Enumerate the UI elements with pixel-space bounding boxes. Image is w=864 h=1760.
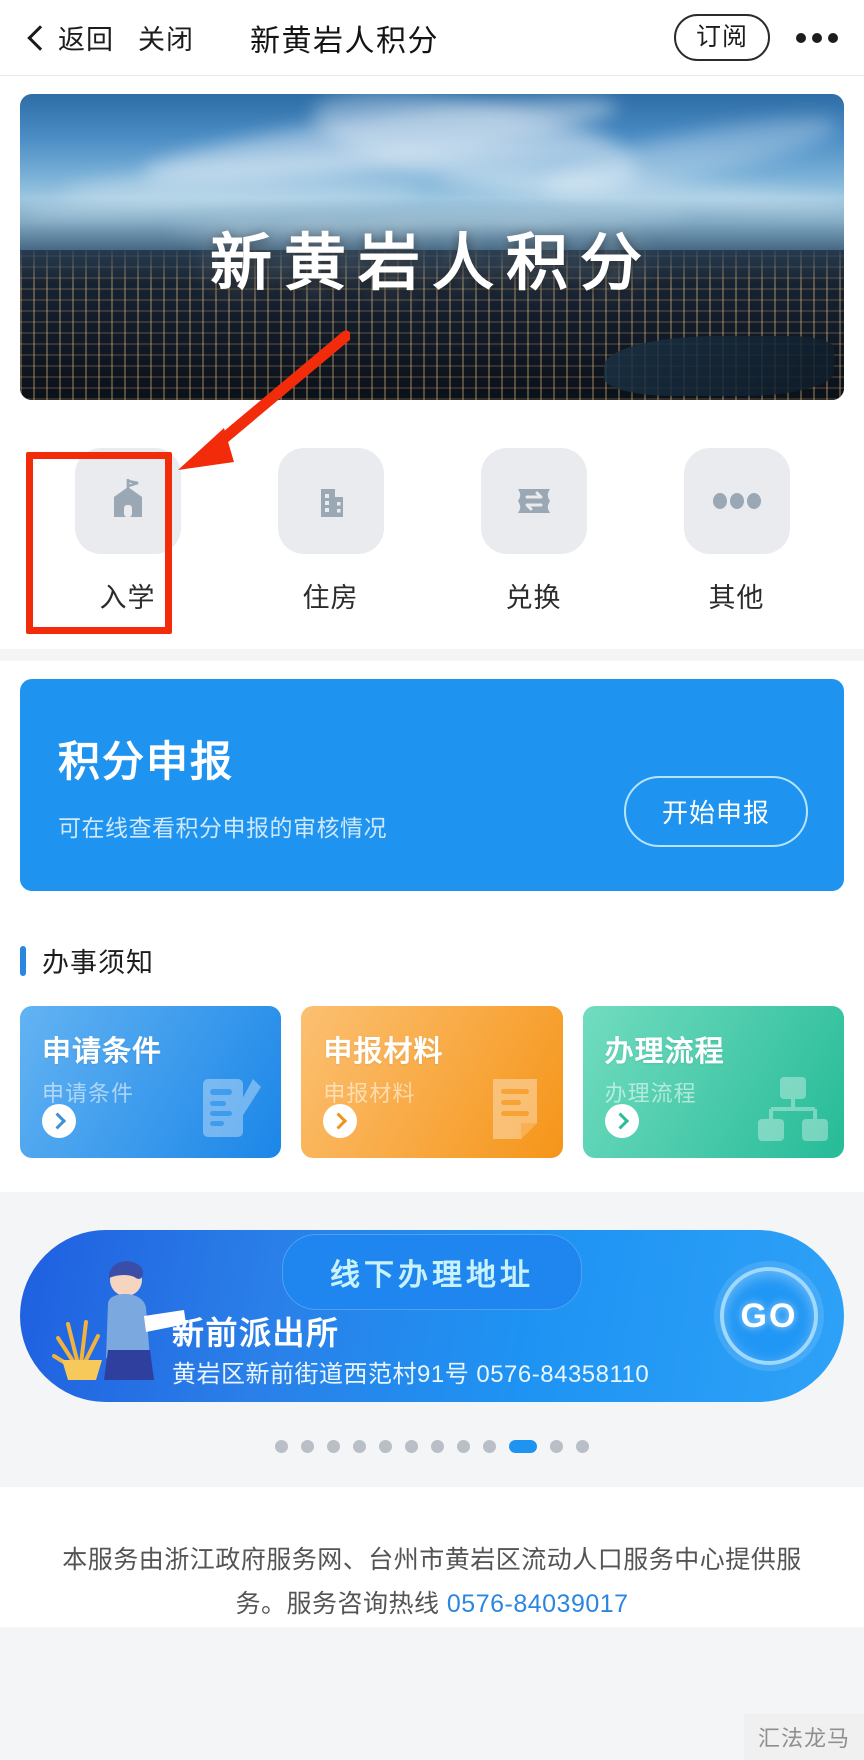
category-label: 住房	[302, 583, 359, 613]
category-item-ruxue[interactable]: 入学	[26, 448, 229, 615]
carousel-dot[interactable]	[301, 1440, 314, 1453]
go-button[interactable]: GO	[720, 1267, 818, 1365]
section-accent-bar	[20, 945, 26, 976]
carousel-dot[interactable]	[576, 1440, 589, 1453]
section-title: 办事须知	[42, 948, 154, 978]
chevron-right-icon	[604, 1104, 639, 1138]
back-chevron-icon[interactable]	[22, 23, 52, 53]
flowchart-icon	[752, 1071, 834, 1154]
hero-banner[interactable]: 新黄岩人积分	[20, 94, 844, 400]
carousel-dot[interactable]	[353, 1440, 366, 1453]
section-header: 办事须知	[20, 941, 844, 980]
carousel-dot[interactable]	[457, 1440, 470, 1453]
banner-section: 新黄岩人积分	[0, 76, 864, 400]
carousel-dot-active[interactable]	[509, 1440, 537, 1453]
notice-card-materials[interactable]: 申报材料 申报材料	[301, 1006, 563, 1158]
close-button[interactable]: 关闭	[138, 18, 194, 57]
footer: 本服务由浙江政府服务网、台州市黄岩区流动人口服务中心提供服 务。服务咨询热线 0…	[0, 1487, 864, 1627]
offline-address-pill-label: 线下办理地址	[282, 1234, 582, 1310]
ellipsis-icon	[683, 448, 790, 554]
building-icon	[277, 448, 384, 554]
notice-card-process[interactable]: 办理流程 办理流程	[582, 1006, 844, 1158]
more-dots-icon[interactable]	[792, 23, 842, 53]
offline-address-card[interactable]: 线下办理地址 新前派出所 黄岩区新前街道西范村91号 0576-84358110…	[20, 1230, 844, 1402]
office-name: 新前派出所	[172, 1315, 340, 1351]
notice-card-title: 办理流程	[604, 1036, 725, 1068]
carousel-dot[interactable]	[379, 1440, 392, 1453]
category-label: 入学	[99, 583, 156, 613]
footer-hotline-prefix: 务。服务咨询热线	[235, 1589, 447, 1618]
page-title: 新黄岩人积分	[250, 24, 439, 58]
footer-line-2: 务。服务咨询热线 0576-84039017	[52, 1583, 812, 1627]
back-button[interactable]: 返回	[58, 18, 114, 57]
notice-card-title: 申请条件	[42, 1036, 163, 1068]
school-icon	[74, 448, 181, 554]
declare-section: 积分申报 可在线查看积分申报的审核情况 开始申报	[0, 661, 864, 919]
notice-card-conditions[interactable]: 申请条件 申请条件	[20, 1006, 282, 1158]
notice-section: 办事须知 申请条件 申请条件 申报材料 申报材料 办理流程 办理流程	[0, 919, 864, 1192]
chevron-right-icon	[42, 1104, 76, 1138]
river-decoration	[604, 336, 834, 396]
document-icon	[483, 1071, 553, 1154]
watermark: 汇法龙马	[743, 1714, 864, 1760]
carousel-dot[interactable]	[327, 1440, 340, 1453]
chevron-right-icon	[323, 1104, 358, 1138]
ticket-exchange-icon	[480, 448, 587, 554]
subscribe-button[interactable]: 订阅	[673, 13, 770, 62]
office-address-phone: 黄岩区新前街道西范村91号 0576-84358110	[172, 1361, 650, 1388]
banner-title: 新黄岩人积分	[209, 226, 654, 299]
notice-card-title: 申报材料	[323, 1036, 444, 1068]
category-item-zhufang[interactable]: 住房	[229, 448, 432, 615]
carousel-dot[interactable]	[483, 1440, 496, 1453]
start-declaration-button[interactable]: 开始申报	[623, 776, 808, 847]
document-pen-icon	[197, 1071, 271, 1154]
category-item-duihuan[interactable]: 兑换	[432, 448, 635, 615]
category-label: 兑换	[505, 583, 562, 613]
carousel-dot[interactable]	[431, 1440, 444, 1453]
go-button-label: GO	[740, 1296, 798, 1335]
category-grid: 入学 住房 兑换 其他	[0, 400, 864, 649]
person-reading-illustration	[46, 1252, 186, 1387]
app-header: 返回 关闭 新黄岩人积分 订阅	[0, 0, 864, 76]
points-declaration-card[interactable]: 积分申报 可在线查看积分申报的审核情况 开始申报	[20, 679, 844, 891]
carousel-dot[interactable]	[405, 1440, 418, 1453]
footer-line-1: 本服务由浙江政府服务网、台州市黄岩区流动人口服务中心提供服	[62, 1546, 802, 1574]
carousel-dots[interactable]	[0, 1402, 864, 1487]
header-actions: 订阅	[673, 13, 842, 62]
offline-address-section: 线下办理地址 新前派出所 黄岩区新前街道西范村91号 0576-84358110…	[0, 1192, 864, 1402]
category-label: 其他	[708, 583, 765, 613]
carousel-dot[interactable]	[275, 1440, 288, 1453]
notice-card-list: 申请条件 申请条件 申报材料 申报材料 办理流程 办理流程	[20, 1006, 844, 1158]
mini-program-page: 返回 关闭 新黄岩人积分 订阅 新黄岩人积分 入学 住房 兑换 其他 积分申报 …	[0, 0, 864, 1760]
category-item-qita[interactable]: 其他	[635, 448, 838, 615]
carousel-dot[interactable]	[550, 1440, 563, 1453]
footer-hotline-number[interactable]: 0576-84039017	[447, 1590, 629, 1618]
